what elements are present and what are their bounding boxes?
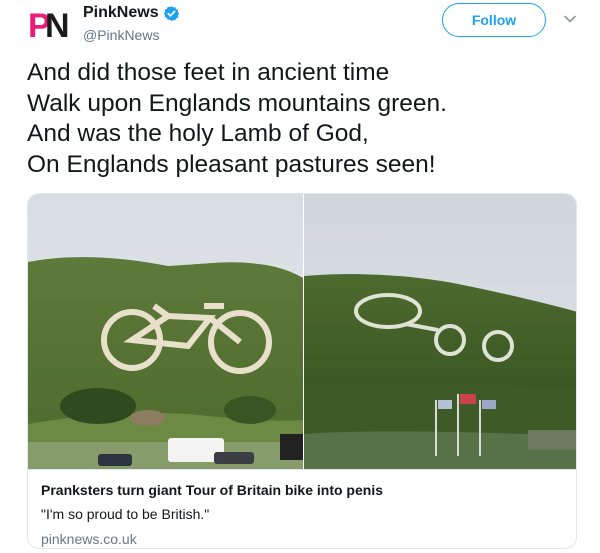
link-card[interactable]: Pranksters turn giant Tour of Britain bi… <box>27 193 577 549</box>
chevron-down-icon[interactable] <box>563 12 577 26</box>
tweet-line: On Englands pleasant pastures seen! <box>27 150 436 178</box>
card-description: "I'm so proud to be British." <box>41 506 210 522</box>
card-text[interactable]: Pranksters turn giant Tour of Britain bi… <box>28 470 576 548</box>
tweet-line: Walk upon Englands mountains green. <box>27 89 447 117</box>
svg-text:N: N <box>45 7 68 40</box>
tweet-line: And was the holy Lamb of God, <box>27 120 369 147</box>
author-handle[interactable]: @PinkNews <box>83 27 180 43</box>
author-name[interactable]: PinkNews <box>83 4 159 22</box>
penis-hill-photo <box>304 194 576 470</box>
tweet-line: And did those feet in ancient time <box>27 59 390 86</box>
author-block[interactable]: PinkNews @PinkNews <box>83 2 180 43</box>
follow-button[interactable]: Follow <box>442 3 546 37</box>
tweet-text: And did those feet in ancient time Walk … <box>27 58 587 180</box>
card-title[interactable]: Pranksters turn giant Tour of Britain bi… <box>41 480 565 500</box>
card-image[interactable] <box>28 194 577 470</box>
pinknews-logo[interactable]: P N <box>28 6 70 40</box>
card-domain[interactable]: pinknews.co.uk <box>41 529 565 548</box>
verified-badge-icon <box>163 5 179 21</box>
bike-hill-photo <box>28 194 303 470</box>
tweet-header: P N PinkNews @PinkNews Follow <box>0 0 600 52</box>
